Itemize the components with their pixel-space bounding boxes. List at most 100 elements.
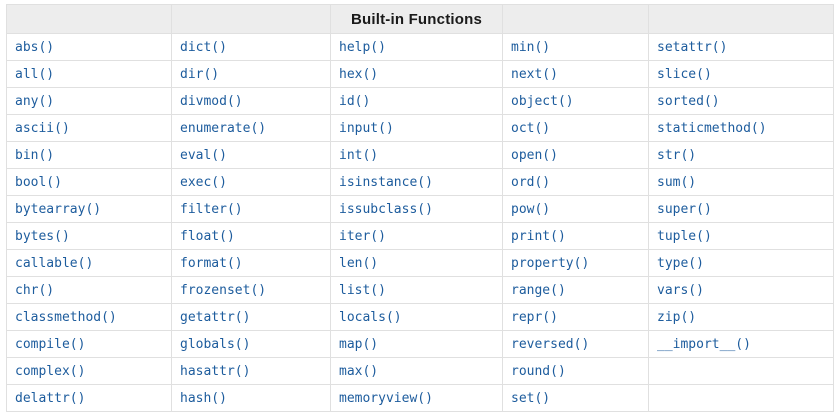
function-cell: print() <box>502 222 649 250</box>
function-link[interactable]: all() <box>15 67 54 82</box>
function-link[interactable]: set() <box>511 391 550 406</box>
function-link[interactable]: complex() <box>15 364 85 379</box>
function-link[interactable]: hasattr() <box>180 364 250 379</box>
function-link[interactable]: int() <box>339 148 378 163</box>
function-cell: help() <box>330 33 503 61</box>
function-cell: eval() <box>171 141 331 169</box>
function-cell: filter() <box>171 195 331 223</box>
function-cell: getattr() <box>171 303 331 331</box>
function-link[interactable]: any() <box>15 94 54 109</box>
function-link[interactable]: enumerate() <box>180 121 266 136</box>
function-link[interactable]: oct() <box>511 121 550 136</box>
function-link[interactable]: bytes() <box>15 229 70 244</box>
header-cell-empty-2 <box>171 4 331 34</box>
function-link[interactable]: issubclass() <box>339 202 433 217</box>
function-link[interactable]: list() <box>339 283 386 298</box>
function-link[interactable]: vars() <box>657 283 704 298</box>
table-row: ascii() enumerate() input() oct() staticmeth… <box>6 114 834 142</box>
function-link[interactable]: staticmethod() <box>657 121 767 136</box>
function-link[interactable]: __import__() <box>657 337 751 352</box>
function-link[interactable]: iter() <box>339 229 386 244</box>
function-cell: setattr() <box>648 33 834 61</box>
function-link[interactable]: dict() <box>180 40 227 55</box>
function-cell: range() <box>502 276 649 304</box>
function-link[interactable]: map() <box>339 337 378 352</box>
function-link[interactable]: delattr() <box>15 391 85 406</box>
function-link[interactable]: memoryview() <box>339 391 433 406</box>
function-link[interactable]: getattr() <box>180 310 250 325</box>
function-link[interactable]: eval() <box>180 148 227 163</box>
function-cell: input() <box>330 114 503 142</box>
table-title: Built-in Functions <box>330 4 503 34</box>
function-link[interactable]: exec() <box>180 175 227 190</box>
function-link[interactable]: type() <box>657 256 704 271</box>
function-link[interactable]: locals() <box>339 310 402 325</box>
function-link[interactable]: setattr() <box>657 40 727 55</box>
table-row: bool() exec() isinstance() ord() sum() <box>6 168 834 196</box>
function-cell: slice() <box>648 60 834 88</box>
function-link[interactable]: help() <box>339 40 386 55</box>
function-cell: sorted() <box>648 87 834 115</box>
function-cell: oct() <box>502 114 649 142</box>
function-link[interactable]: str() <box>657 148 696 163</box>
function-link[interactable]: compile() <box>15 337 85 352</box>
function-link[interactable]: filter() <box>180 202 243 217</box>
function-cell: __import__() <box>648 330 834 358</box>
function-cell: sum() <box>648 168 834 196</box>
function-cell: staticmethod() <box>648 114 834 142</box>
function-link[interactable]: hex() <box>339 67 378 82</box>
header-cell-empty-4 <box>502 4 649 34</box>
function-link[interactable]: round() <box>511 364 566 379</box>
function-link[interactable]: property() <box>511 256 589 271</box>
function-link[interactable]: bytearray() <box>15 202 101 217</box>
function-cell: dir() <box>171 60 331 88</box>
function-link[interactable]: bool() <box>15 175 62 190</box>
function-cell: classmethod() <box>6 303 172 331</box>
function-link[interactable]: hash() <box>180 391 227 406</box>
function-cell: locals() <box>330 303 503 331</box>
table-row: bytes() float() iter() print() tuple() <box>6 222 834 250</box>
function-link[interactable]: classmethod() <box>15 310 117 325</box>
table-header-row: Built-in Functions <box>6 4 834 34</box>
function-link[interactable]: max() <box>339 364 378 379</box>
function-link[interactable]: tuple() <box>657 229 712 244</box>
function-link[interactable]: ascii() <box>15 121 70 136</box>
function-link[interactable]: reversed() <box>511 337 589 352</box>
function-cell: list() <box>330 276 503 304</box>
function-link[interactable]: frozenset() <box>180 283 266 298</box>
function-link[interactable]: dir() <box>180 67 219 82</box>
function-cell: str() <box>648 141 834 169</box>
function-cell: repr() <box>502 303 649 331</box>
function-cell: callable() <box>6 249 172 277</box>
function-link[interactable]: range() <box>511 283 566 298</box>
function-link[interactable]: ord() <box>511 175 550 190</box>
function-link[interactable]: chr() <box>15 283 54 298</box>
function-link[interactable]: format() <box>180 256 243 271</box>
function-link[interactable]: callable() <box>15 256 93 271</box>
function-link[interactable]: zip() <box>657 310 696 325</box>
function-link[interactable]: globals() <box>180 337 250 352</box>
function-link[interactable]: abs() <box>15 40 54 55</box>
function-link[interactable]: print() <box>511 229 566 244</box>
function-link[interactable]: input() <box>339 121 394 136</box>
function-link[interactable]: float() <box>180 229 235 244</box>
function-link[interactable]: slice() <box>657 67 712 82</box>
function-cell: property() <box>502 249 649 277</box>
function-link[interactable]: bin() <box>15 148 54 163</box>
function-link[interactable]: super() <box>657 202 712 217</box>
function-link[interactable]: sum() <box>657 175 696 190</box>
function-link[interactable]: repr() <box>511 310 558 325</box>
function-link[interactable]: isinstance() <box>339 175 433 190</box>
function-link[interactable]: sorted() <box>657 94 720 109</box>
function-cell: frozenset() <box>171 276 331 304</box>
function-link[interactable]: object() <box>511 94 574 109</box>
function-link[interactable]: min() <box>511 40 550 55</box>
function-link[interactable]: id() <box>339 94 370 109</box>
function-link[interactable]: open() <box>511 148 558 163</box>
function-link[interactable]: pow() <box>511 202 550 217</box>
function-cell: globals() <box>171 330 331 358</box>
function-link[interactable]: len() <box>339 256 378 271</box>
function-link[interactable]: next() <box>511 67 558 82</box>
function-cell: format() <box>171 249 331 277</box>
function-link[interactable]: divmod() <box>180 94 243 109</box>
